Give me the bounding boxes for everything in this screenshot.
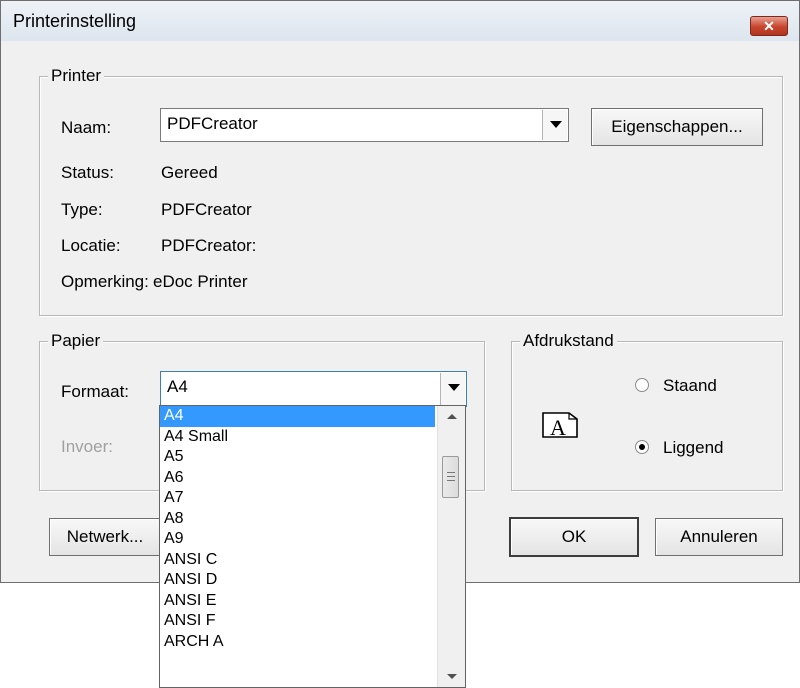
comment-value: eDoc Printer <box>153 272 248 291</box>
cancel-button[interactable]: Annuleren <box>655 518 783 556</box>
format-option[interactable]: A5 <box>160 447 435 468</box>
format-option[interactable]: A9 <box>160 529 435 550</box>
source-label: Invoer: <box>61 437 113 456</box>
format-option[interactable]: ARCH A <box>160 632 435 653</box>
network-button[interactable]: Netwerk... <box>49 518 161 556</box>
cancel-button-label: Annuleren <box>680 527 758 546</box>
format-option[interactable]: A8 <box>160 509 435 530</box>
chevron-down-icon[interactable] <box>542 110 567 140</box>
status-label: Status: <box>61 163 114 182</box>
format-dropdown-list[interactable]: A4 A4 Small A5 A6 A7 A8 A9 ANSI C ANSI D ANSI E AN… <box>159 405 466 688</box>
status-value: Gereed <box>161 163 218 182</box>
scroll-down-arrow-icon[interactable] <box>438 665 465 687</box>
scroll-up-arrow-icon[interactable] <box>438 406 465 428</box>
landscape-page-icon: A <box>542 412 578 440</box>
format-option[interactable]: A4 <box>160 406 435 427</box>
format-option[interactable]: ANSI F <box>160 611 435 632</box>
ok-button[interactable]: OK <box>509 517 639 557</box>
radio-selected-dot <box>639 444 645 450</box>
type-value: PDFCreator <box>161 200 252 219</box>
location-label: Locatie: <box>61 236 121 255</box>
type-label: Type: <box>61 200 103 219</box>
printer-name-combobox[interactable]: PDFCreator <box>160 108 569 142</box>
printer-name-label: Naam: <box>61 118 112 137</box>
format-combobox[interactable]: A4 <box>160 371 467 407</box>
portrait-label[interactable]: Staand <box>663 376 717 396</box>
window-title: Printerinstelling <box>13 11 137 31</box>
printer-group-label: Printer <box>48 66 105 86</box>
scrollbar-thumb[interactable] <box>442 456 459 498</box>
printer-name-value: PDFCreator <box>167 114 258 133</box>
landscape-radio[interactable] <box>635 440 649 454</box>
scrollbar[interactable] <box>437 406 465 687</box>
location-value: PDFCreator: <box>161 236 257 255</box>
format-options: A4 A4 Small A5 A6 A7 A8 A9 ANSI C ANSI D ANSI E AN… <box>160 406 435 652</box>
orientation-group-label: Afdrukstand <box>520 331 617 351</box>
comment-label: Opmerking: <box>61 272 149 291</box>
close-button[interactable]: ✕ <box>750 16 788 36</box>
paper-group-label: Papier <box>48 331 104 351</box>
format-option[interactable]: ANSI C <box>160 550 435 571</box>
properties-button[interactable]: Eigenschappen... <box>591 108 763 146</box>
format-label: Formaat: <box>61 382 130 401</box>
portrait-radio[interactable] <box>635 378 649 392</box>
chevron-down-icon[interactable] <box>440 373 465 405</box>
format-option[interactable]: ANSI E <box>160 591 435 612</box>
format-option[interactable]: A7 <box>160 488 435 509</box>
format-option[interactable]: A6 <box>160 468 435 489</box>
format-value: A4 <box>167 377 188 396</box>
properties-button-label: Eigenschappen... <box>611 117 743 136</box>
ok-button-label: OK <box>561 527 587 546</box>
format-option[interactable]: ANSI D <box>160 570 435 591</box>
page-letter: A <box>550 415 566 440</box>
title-bar[interactable]: Printerinstelling ✕ <box>1 1 799 41</box>
network-button-label: Netwerk... <box>66 527 144 546</box>
close-icon: ✕ <box>763 18 775 34</box>
landscape-label[interactable]: Liggend <box>663 438 724 458</box>
format-option[interactable]: A4 Small <box>160 427 435 448</box>
